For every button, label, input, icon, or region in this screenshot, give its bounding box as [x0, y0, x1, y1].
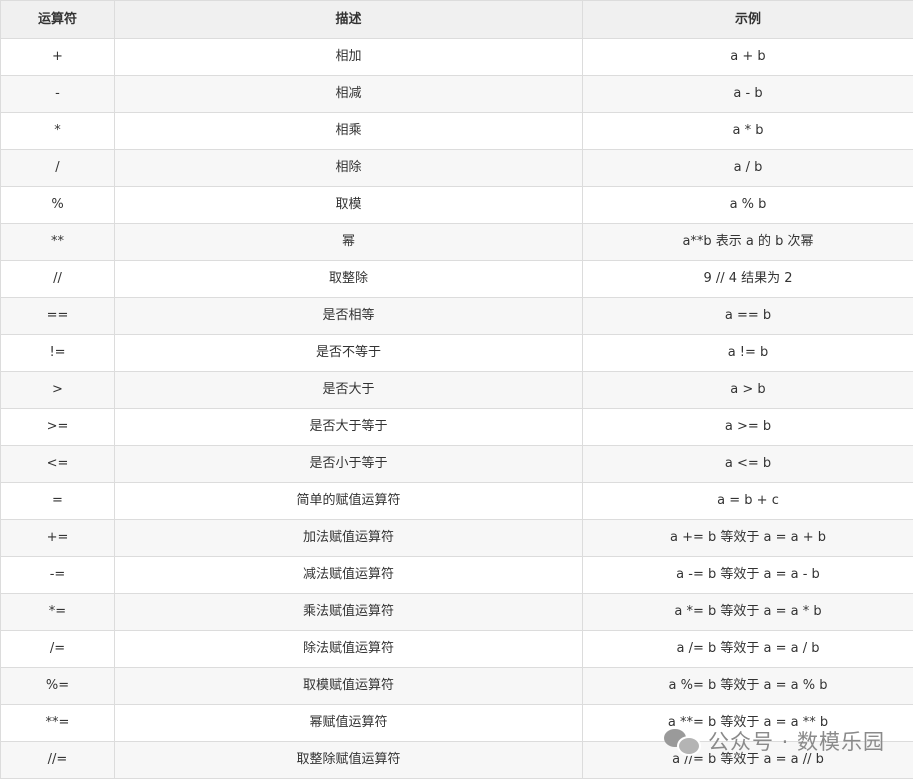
table-row: %取模a % b	[1, 187, 913, 224]
table-row: -相减a - b	[1, 76, 913, 113]
cell-example: a / b	[583, 150, 913, 187]
watermark-text: 公众号 · 数模乐园	[708, 726, 885, 756]
table-row: +=加法赋值运算符a += b 等效于 a = a + b	[1, 520, 913, 557]
cell-description: 是否不等于	[115, 335, 583, 372]
cell-description: 简单的赋值运算符	[115, 483, 583, 520]
watermark: 公众号 · 数模乐园	[664, 726, 885, 756]
table-row: **幂a**b 表示 a 的 b 次幂	[1, 224, 913, 261]
cell-example: a <= b	[583, 446, 913, 483]
operators-table: 运算符 描述 示例 +相加a + b-相减a - b*相乘a * b/相除a /…	[0, 0, 913, 779]
table-row: =简单的赋值运算符a = b + c	[1, 483, 913, 520]
cell-operator: **=	[1, 705, 115, 742]
cell-example: a *= b 等效于 a = a * b	[583, 594, 913, 631]
cell-operator: //=	[1, 742, 115, 779]
cell-operator: +=	[1, 520, 115, 557]
cell-example: a != b	[583, 335, 913, 372]
cell-example: a > b	[583, 372, 913, 409]
table-row: <=是否小于等于a <= b	[1, 446, 913, 483]
column-header-operator: 运算符	[1, 1, 115, 39]
cell-description: 除法赋值运算符	[115, 631, 583, 668]
cell-example: a**b 表示 a 的 b 次幂	[583, 224, 913, 261]
cell-description: 取整除	[115, 261, 583, 298]
cell-operator: +	[1, 39, 115, 76]
cell-description: 取模赋值运算符	[115, 668, 583, 705]
cell-example: a + b	[583, 39, 913, 76]
cell-description: 加法赋值运算符	[115, 520, 583, 557]
cell-operator: =	[1, 483, 115, 520]
table-row: *相乘a * b	[1, 113, 913, 150]
cell-operator: <=	[1, 446, 115, 483]
table-row: !=是否不等于a != b	[1, 335, 913, 372]
table-header-row: 运算符 描述 示例	[1, 1, 913, 39]
table-row: /相除a / b	[1, 150, 913, 187]
cell-operator: //	[1, 261, 115, 298]
cell-example: a %= b 等效于 a = a % b	[583, 668, 913, 705]
cell-operator: -=	[1, 557, 115, 594]
cell-example: a == b	[583, 298, 913, 335]
table-row: *=乘法赋值运算符a *= b 等效于 a = a * b	[1, 594, 913, 631]
cell-operator: *	[1, 113, 115, 150]
cell-description: 取整除赋值运算符	[115, 742, 583, 779]
table-row: %=取模赋值运算符a %= b 等效于 a = a % b	[1, 668, 913, 705]
table-body: +相加a + b-相减a - b*相乘a * b/相除a / b%取模a % b…	[1, 39, 913, 779]
cell-example: a += b 等效于 a = a + b	[583, 520, 913, 557]
cell-example: a = b + c	[583, 483, 913, 520]
cell-example: a - b	[583, 76, 913, 113]
cell-description: 相减	[115, 76, 583, 113]
cell-description: 是否大于等于	[115, 409, 583, 446]
cell-description: 相乘	[115, 113, 583, 150]
cell-operator: >	[1, 372, 115, 409]
cell-description: 乘法赋值运算符	[115, 594, 583, 631]
cell-example: a * b	[583, 113, 913, 150]
cell-operator: **	[1, 224, 115, 261]
table-row: /=除法赋值运算符a /= b 等效于 a = a / b	[1, 631, 913, 668]
cell-operator: *=	[1, 594, 115, 631]
table-row: >是否大于a > b	[1, 372, 913, 409]
cell-description: 是否小于等于	[115, 446, 583, 483]
cell-operator: !=	[1, 335, 115, 372]
cell-description: 幂赋值运算符	[115, 705, 583, 742]
cell-operator: /	[1, 150, 115, 187]
table-row: >=是否大于等于a >= b	[1, 409, 913, 446]
cell-example: a /= b 等效于 a = a / b	[583, 631, 913, 668]
cell-description: 相除	[115, 150, 583, 187]
cell-operator: ==	[1, 298, 115, 335]
cell-description: 相加	[115, 39, 583, 76]
cell-example: a % b	[583, 187, 913, 224]
cell-example: a >= b	[583, 409, 913, 446]
cell-operator: >=	[1, 409, 115, 446]
table-row: +相加a + b	[1, 39, 913, 76]
table-row: //取整除9 // 4 结果为 2	[1, 261, 913, 298]
cell-description: 是否大于	[115, 372, 583, 409]
cell-operator: /=	[1, 631, 115, 668]
column-header-example: 示例	[583, 1, 913, 39]
cell-example: a -= b 等效于 a = a - b	[583, 557, 913, 594]
cell-description: 减法赋值运算符	[115, 557, 583, 594]
cell-description: 取模	[115, 187, 583, 224]
table-row: -=减法赋值运算符a -= b 等效于 a = a - b	[1, 557, 913, 594]
table-row: ==是否相等a == b	[1, 298, 913, 335]
cell-description: 是否相等	[115, 298, 583, 335]
wechat-icon	[664, 727, 700, 755]
cell-operator: %=	[1, 668, 115, 705]
cell-operator: %	[1, 187, 115, 224]
cell-operator: -	[1, 76, 115, 113]
cell-description: 幂	[115, 224, 583, 261]
column-header-description: 描述	[115, 1, 583, 39]
cell-example: 9 // 4 结果为 2	[583, 261, 913, 298]
